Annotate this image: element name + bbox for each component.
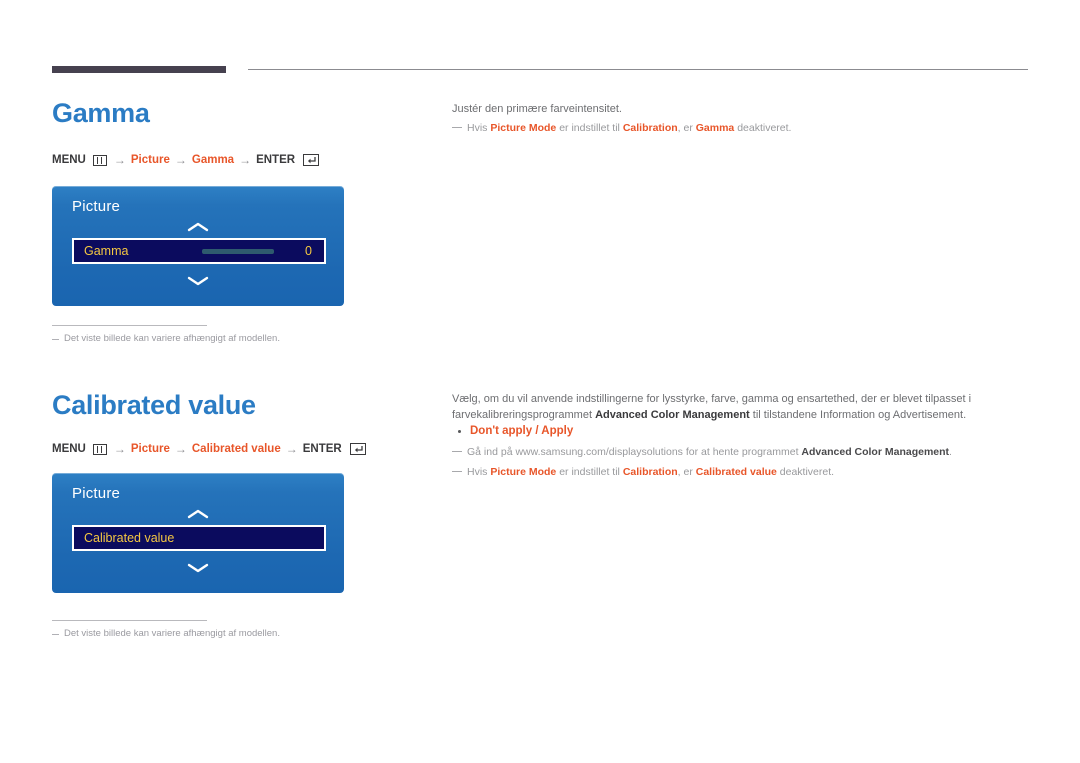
footnote-row: Det viste billede kan variere afhængigt … [52, 628, 280, 639]
menu-step-gamma[interactable]: Gamma [192, 154, 234, 166]
note-calibrated-0: Gå ind på www.samsung.com/displaysolutio… [452, 445, 1030, 460]
note-text: Gå ind på www.samsung.com/displaysolutio… [467, 446, 952, 458]
arrow-glyph: → [239, 153, 252, 167]
footnote-row: Det viste billede kan variere afhængigt … [52, 333, 280, 344]
footnote-calibrated-value: Det viste billede kan variere afhængigt … [52, 620, 280, 639]
menu-step-calibrated-value[interactable]: Calibrated value [192, 443, 281, 455]
osd-row-label: Calibrated value [84, 531, 175, 545]
dash-icon [52, 339, 59, 340]
chevron-down-icon[interactable] [52, 274, 344, 292]
osd-row-value: 0 [305, 244, 312, 258]
osd-row-gamma[interactable]: Gamma 0 [72, 238, 326, 264]
bullet-dot-icon [458, 429, 461, 433]
chevron-up-icon[interactable] [52, 507, 344, 525]
note-gamma-0: Hvis Picture Mode er indstillet til Cali… [452, 121, 1030, 136]
menu-step-picture[interactable]: Picture [131, 154, 170, 166]
lead-text-calibrated-value: Vælg, om du vil anvende indstillingerne … [452, 393, 972, 421]
page-title-gamma: Gamma [52, 98, 150, 128]
header-rule-thick [52, 66, 226, 73]
arrow-glyph: → [113, 442, 126, 456]
enter-label: ENTER [302, 443, 342, 455]
enter-return-icon [303, 154, 320, 166]
menu-grid-icon [92, 443, 107, 455]
menu-grid-icon [92, 154, 107, 166]
note-dash-icon [452, 127, 462, 129]
menu-label: MENU [52, 154, 86, 166]
footnote-text: Det viste billede kan variere afhængigt … [64, 628, 280, 639]
arrow-glyph: → [174, 442, 187, 456]
osd-panel-gamma: Picture Gamma 0 [52, 186, 344, 306]
page-header [0, 0, 1080, 80]
header-rule-thin [248, 69, 1028, 70]
note-text: Hvis Picture Mode er indstillet til Cali… [467, 466, 835, 478]
footnote-gamma: Det viste billede kan variere afhængigt … [52, 325, 280, 344]
page-title-calibrated-value: Calibrated value [52, 390, 256, 420]
osd-panel-calibrated-value: Picture Calibrated value [52, 473, 344, 593]
arrow-glyph: → [285, 442, 298, 456]
osd-title: Picture [72, 485, 121, 502]
osd-row-calibrated-value[interactable]: Calibrated value [72, 525, 326, 551]
footnote-rule [52, 620, 207, 621]
enter-return-icon [349, 443, 366, 455]
note-dash-icon [452, 471, 462, 473]
menu-path-gamma: MENU → Picture → Gamma → ENTER [52, 153, 320, 167]
chevron-down-icon[interactable] [52, 561, 344, 579]
gamma-slider[interactable] [202, 248, 274, 254]
arrow-glyph: → [113, 153, 126, 167]
enter-label: ENTER [256, 154, 296, 166]
note-text: Hvis Picture Mode er indstillet til Cali… [467, 122, 792, 134]
menu-label: MENU [52, 443, 86, 455]
arrow-glyph: → [174, 153, 187, 167]
options-bullet: Don't apply / Apply [452, 425, 573, 437]
lead-text-gamma: Justér den primære farveintensitet. [452, 103, 622, 115]
note-calibrated-1: Hvis Picture Mode er indstillet til Cali… [452, 465, 1030, 480]
dash-icon [52, 634, 59, 635]
manual-page: Gamma MENU → Picture → Gamma → ENTER Pic… [0, 0, 1080, 763]
note-dash-icon [452, 451, 462, 453]
menu-path-calibrated-value: MENU → Picture → Calibrated value → ENTE… [52, 442, 366, 456]
osd-title: Picture [72, 198, 121, 215]
osd-row-label: Gamma [84, 244, 129, 258]
menu-step-picture[interactable]: Picture [131, 443, 170, 455]
chevron-up-icon[interactable] [52, 220, 344, 238]
options-label: Don't apply / Apply [470, 425, 574, 437]
footnote-rule [52, 325, 207, 326]
footnote-text: Det viste billede kan variere afhængigt … [64, 333, 280, 344]
